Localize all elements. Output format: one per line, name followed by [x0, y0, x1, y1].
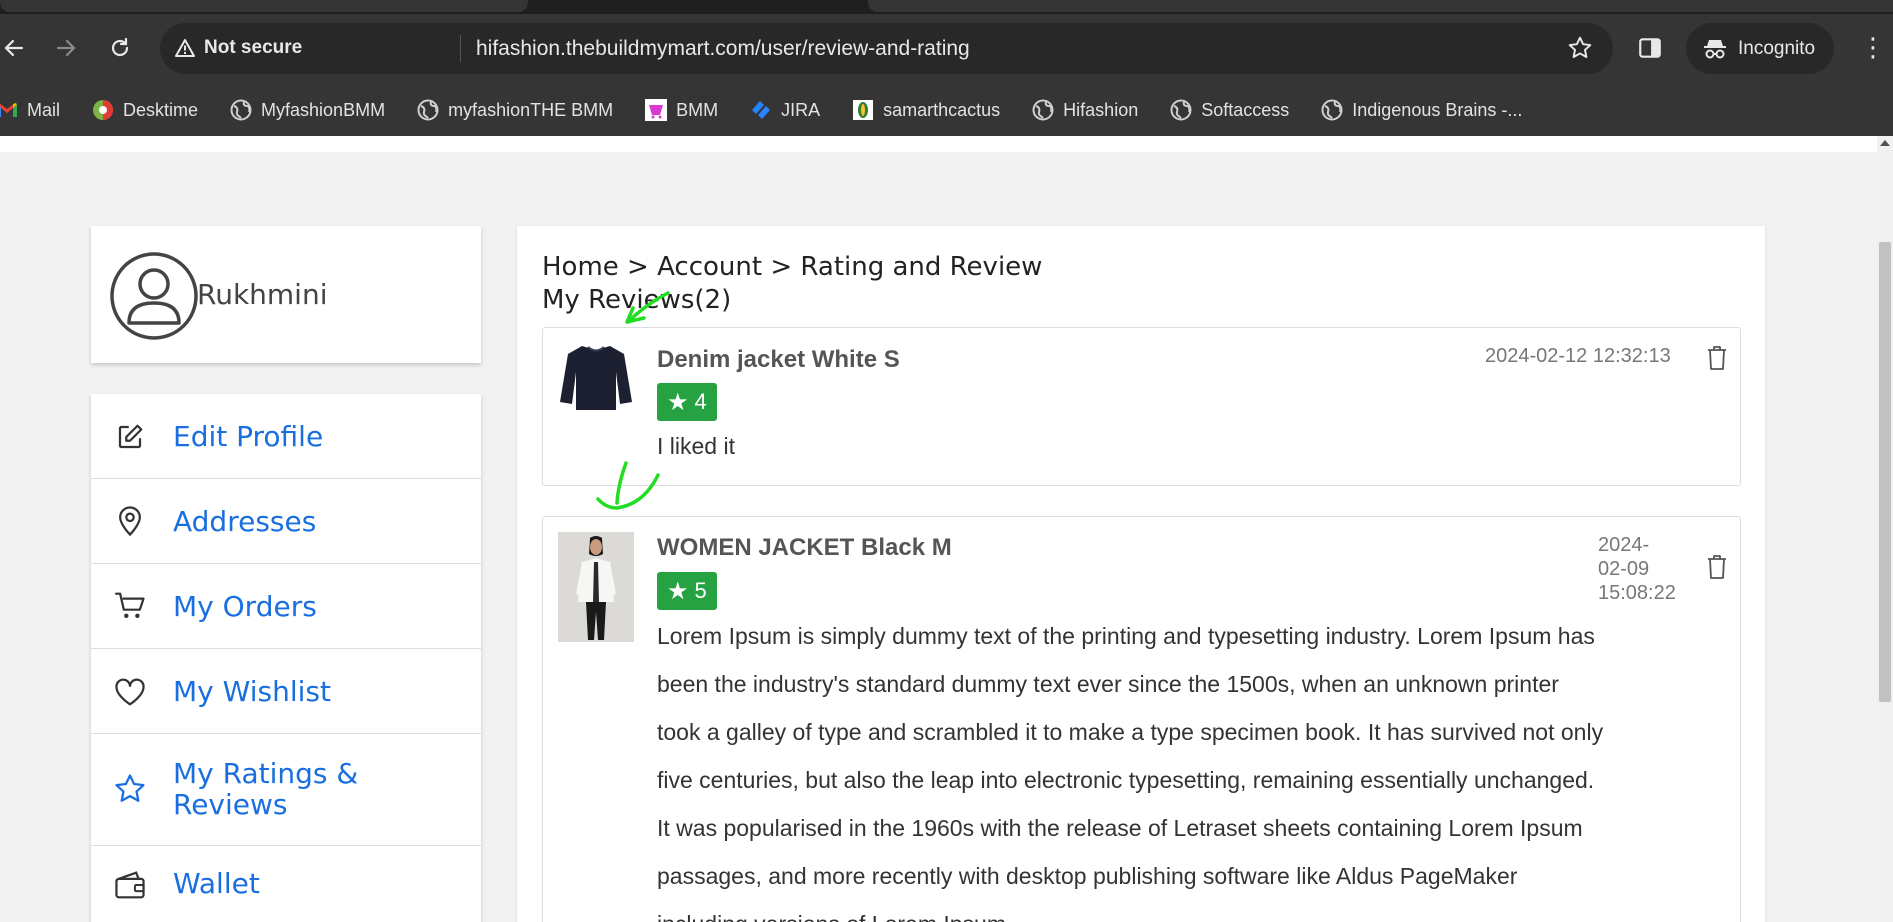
product-name[interactable]: Denim jacket White S — [657, 346, 900, 374]
browser-tab[interactable] — [868, 0, 1893, 12]
menu-label: Edit Profile — [173, 420, 324, 453]
bookmark-myfashionbmm[interactable]: MyfashionBMM — [230, 99, 385, 121]
location-pin-icon — [113, 504, 147, 538]
reload-button[interactable] — [106, 34, 134, 62]
url-text[interactable]: hifashion.thebuildmymart.com/user/review… — [476, 37, 970, 61]
trash-icon — [1708, 555, 1726, 579]
product-thumbnail[interactable] — [558, 342, 634, 414]
forward-button[interactable] — [52, 34, 80, 62]
tab-strip — [0, 0, 1893, 14]
bookmark-myfashion-the-bmm[interactable]: myfashionTHE BMM — [417, 99, 613, 121]
bookmark-hifashion[interactable]: Hifashion — [1032, 99, 1138, 121]
site-header-strip — [0, 136, 1877, 152]
review-text: I liked it — [657, 433, 735, 459]
browser-tab[interactable] — [0, 0, 528, 12]
side-panel-button[interactable] — [1637, 35, 1663, 66]
bookmark-desktime[interactable]: Desktime — [92, 99, 198, 121]
product-name[interactable]: WOMEN JACKET Black M — [657, 534, 952, 562]
bookmark-indigenous-brains[interactable]: Indigenous Brains -... — [1321, 99, 1522, 121]
menu-item-my-orders[interactable]: My Orders — [91, 564, 481, 649]
menu-item-edit-profile[interactable]: Edit Profile — [91, 394, 481, 479]
arrow-left-icon — [4, 39, 24, 57]
globe-icon — [417, 99, 439, 121]
incognito-icon — [1704, 39, 1726, 58]
review-card: WOMEN JACKET Black M ★ 5 2024- 02-09 15:… — [542, 516, 1741, 922]
review-text: Lorem Ipsum is simply dummy text of the … — [657, 623, 1604, 922]
security-label: Not secure — [204, 37, 303, 58]
more-menu-icon[interactable]: ⋮ — [1860, 34, 1886, 60]
star-icon: ★ — [667, 577, 689, 605]
profile-label: Incognito — [1738, 37, 1816, 59]
desktime-icon — [92, 99, 114, 121]
globe-icon — [1032, 99, 1054, 121]
profile-card: Rukhmini — [91, 226, 481, 363]
scroll-up-arrow-icon[interactable] — [1880, 140, 1890, 146]
jira-icon — [750, 99, 772, 121]
address-bar[interactable]: Not secure hifashion.thebuildmymart.com/… — [160, 23, 1613, 74]
menu-label: My Wishlist — [173, 675, 331, 708]
reload-icon — [111, 37, 129, 57]
scrollbar-thumb[interactable] — [1879, 242, 1891, 702]
breadcrumb: Home > Account > Rating and Review — [542, 252, 1043, 282]
heart-icon — [113, 675, 147, 709]
edit-icon — [113, 420, 147, 454]
globe-icon — [1170, 99, 1192, 121]
browser-toolbar: Not secure hifashion.thebuildmymart.com/… — [0, 14, 1893, 84]
star-outline-icon — [1568, 36, 1592, 58]
cart-icon — [113, 589, 147, 623]
menu-item-ratings-reviews[interactable]: My Ratings & Reviews — [91, 734, 481, 846]
delete-review-button[interactable] — [1706, 345, 1728, 376]
review-date: 2024-02-12 12:32:13 — [1485, 345, 1671, 367]
delete-review-button[interactable] — [1706, 554, 1728, 585]
star-icon — [113, 772, 147, 806]
user-name: Rukhmini — [197, 278, 328, 311]
bookmark-bmm[interactable]: BMM — [645, 99, 718, 121]
bmm-logo-icon — [645, 99, 668, 121]
incognito-button[interactable]: Incognito — [1686, 23, 1834, 74]
page-title: My Reviews(2) — [542, 285, 732, 315]
divider — [460, 35, 461, 62]
menu-label: Wallet — [173, 867, 260, 900]
review-card: Denim jacket White S ★ 4 2024-02-12 12:3… — [542, 327, 1741, 486]
rating-badge: ★ 5 — [657, 572, 717, 610]
wallet-icon — [113, 868, 147, 902]
user-avatar-icon — [109, 251, 199, 346]
bookmarks-bar: Mail Desktime MyfashionBMM myfashionTHE … — [0, 84, 1893, 136]
bookmark-softaccess[interactable]: Softaccess — [1170, 99, 1289, 121]
menu-item-my-wishlist[interactable]: My Wishlist — [91, 649, 481, 734]
trash-icon — [1708, 346, 1726, 370]
rating-badge: ★ 4 — [657, 383, 717, 421]
security-indicator[interactable]: Not secure — [174, 37, 302, 59]
menu-label: My Ratings & Reviews — [173, 757, 359, 821]
menu-item-addresses[interactable]: Addresses — [91, 479, 481, 564]
globe-icon — [230, 99, 252, 121]
review-date: 2024- 02-09 15:08:22 — [1598, 534, 1676, 604]
menu-label: My Orders — [173, 590, 317, 623]
star-icon: ★ — [667, 388, 689, 416]
bookmark-mail[interactable]: Mail — [0, 99, 60, 121]
account-menu: Edit Profile Addresses My Orders My Wish… — [91, 394, 481, 922]
globe-icon — [1321, 99, 1343, 121]
product-thumbnail[interactable] — [558, 532, 634, 642]
warning-icon — [175, 39, 195, 57]
arrow-right-icon — [56, 39, 76, 57]
gmail-icon — [0, 99, 18, 121]
side-panel-icon — [1639, 38, 1661, 58]
back-button[interactable] — [0, 34, 28, 62]
menu-item-wallet[interactable]: Wallet — [91, 846, 481, 922]
menu-label: Addresses — [173, 505, 317, 538]
bookmark-star-button[interactable] — [1567, 35, 1593, 66]
cactus-icon — [852, 99, 874, 121]
bookmark-samarthcactus[interactable]: samarthcactus — [852, 99, 1000, 121]
bookmark-jira[interactable]: JIRA — [750, 99, 820, 121]
